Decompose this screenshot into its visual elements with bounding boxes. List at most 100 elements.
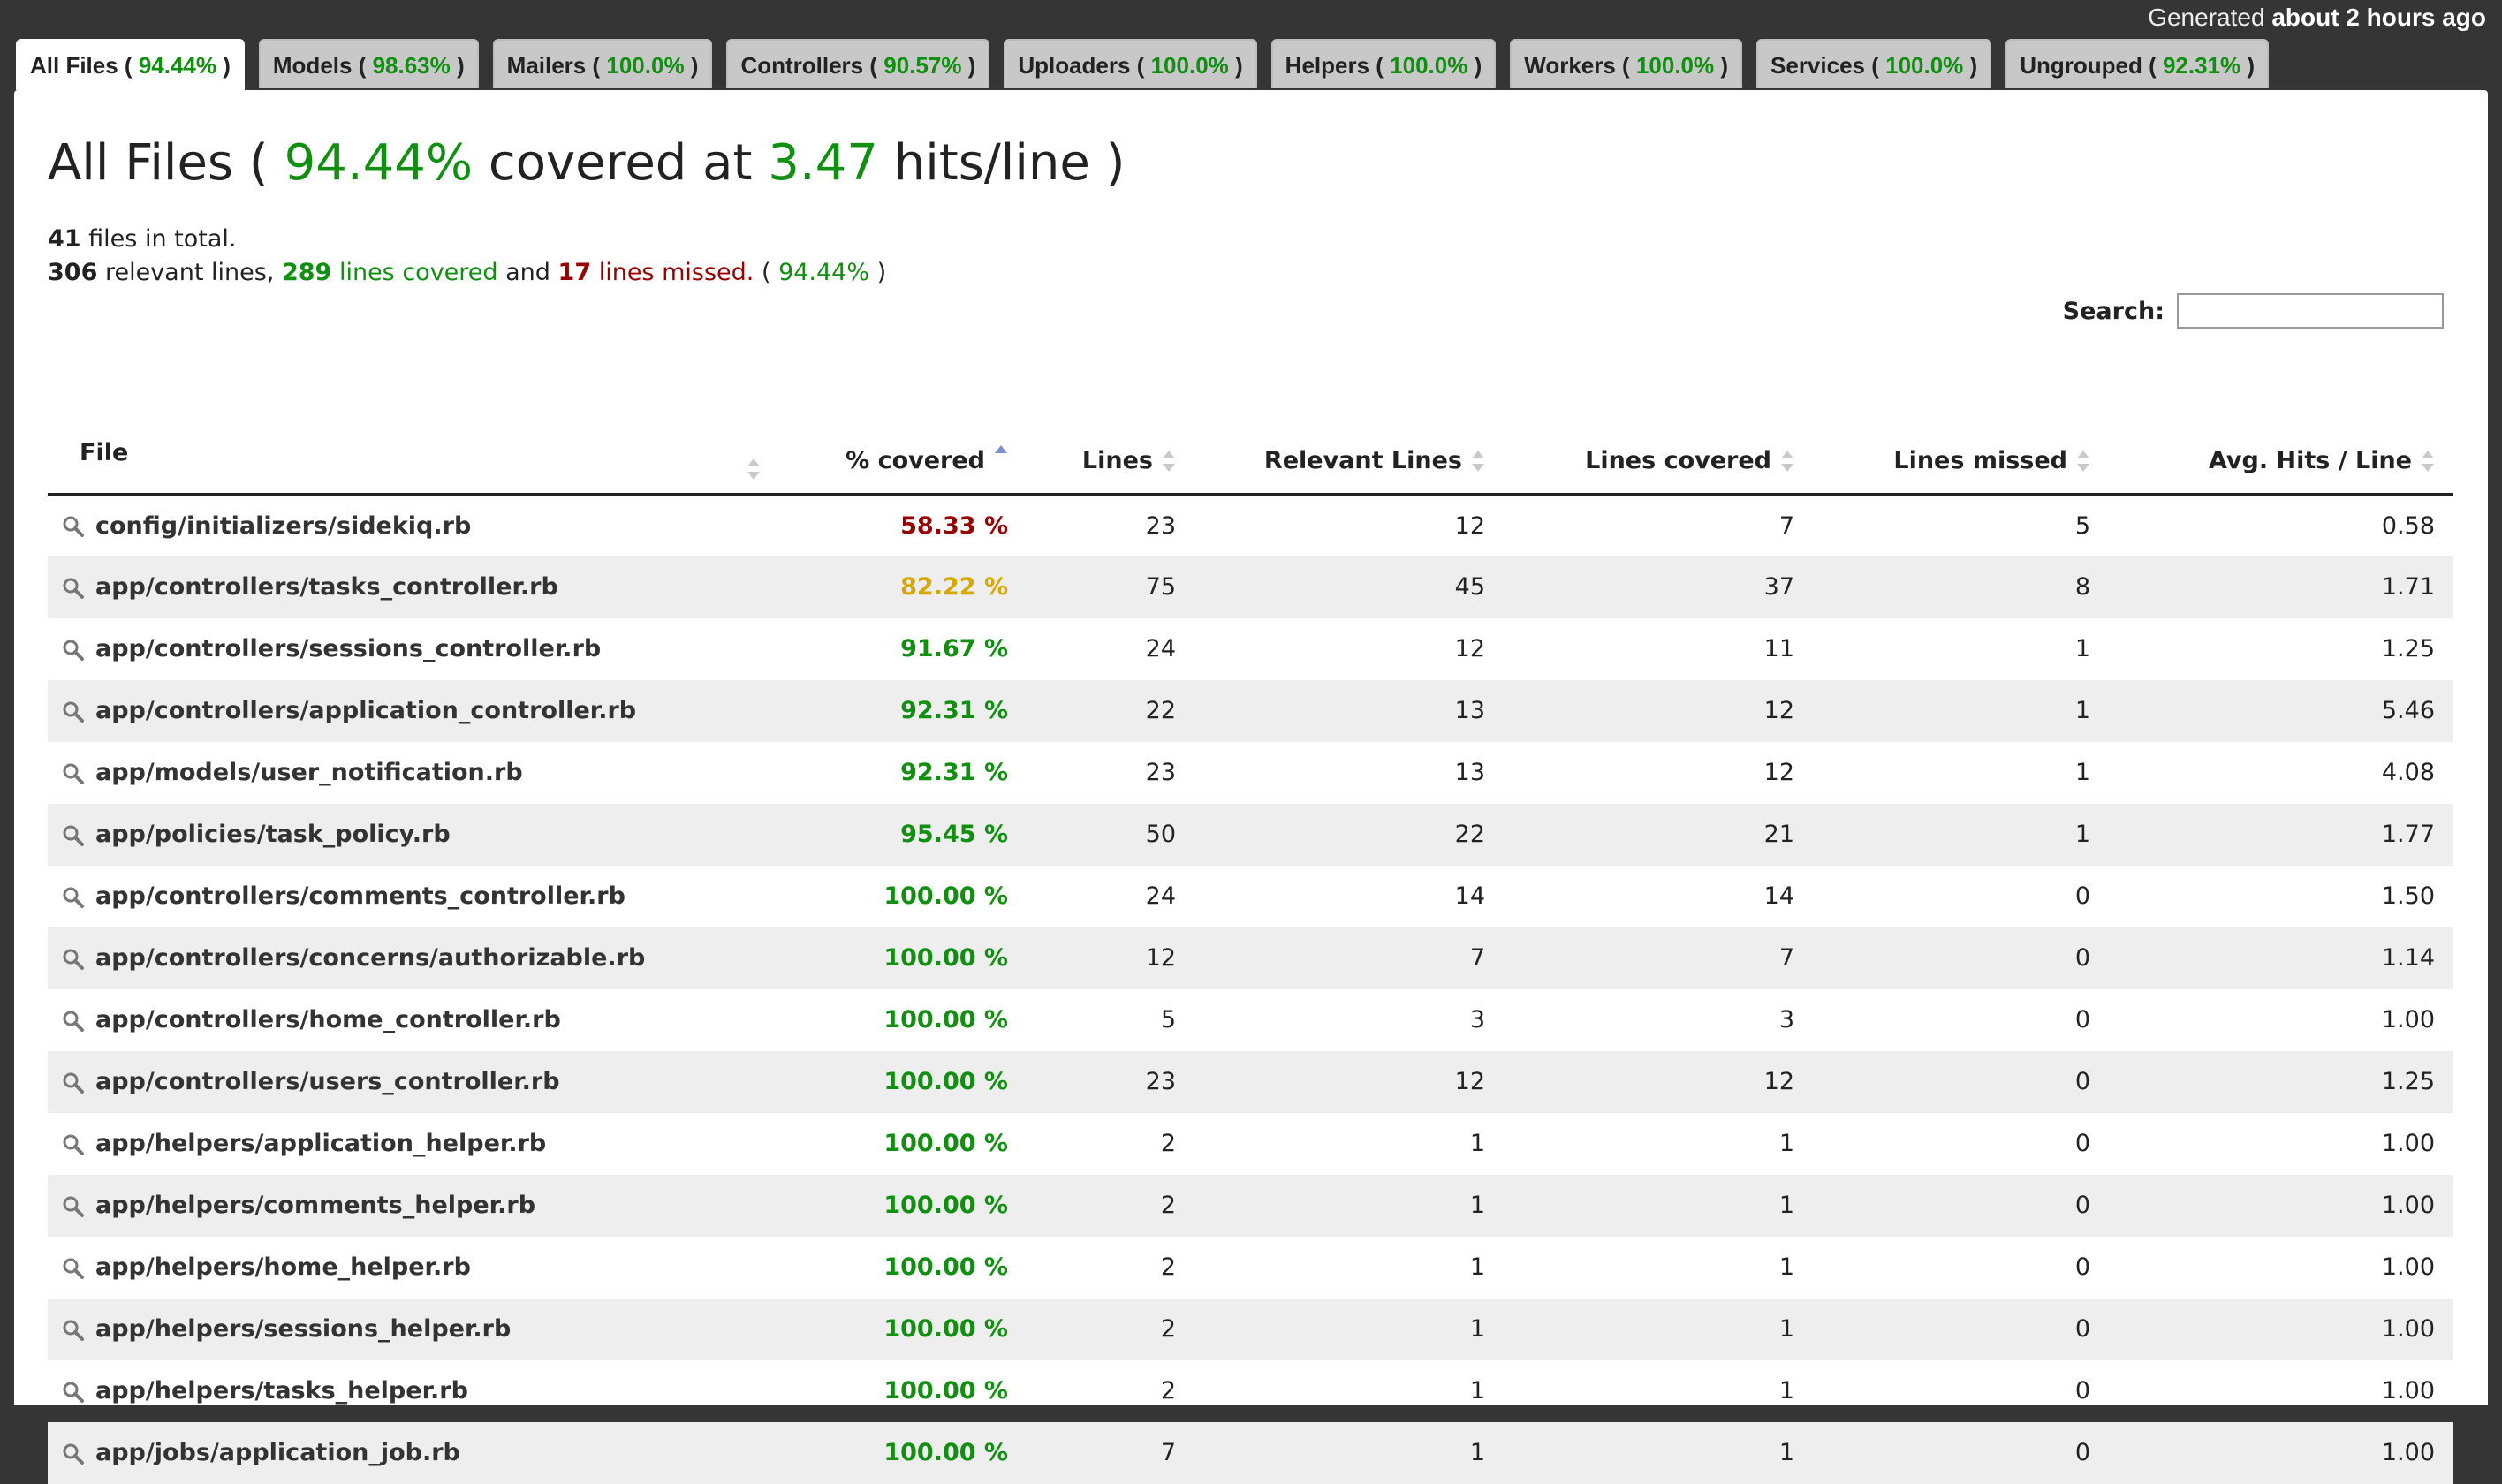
magnifier-icon[interactable]	[62, 1257, 85, 1280]
tab-label: Mailers	[506, 52, 587, 79]
file-link[interactable]: app/helpers/comments_helper.rb	[95, 1192, 535, 1219]
group-tabs: All Files ( 94.44% ) Models ( 98.63% ) Mai…	[16, 39, 2283, 90]
tab-models[interactable]: Models ( 98.63% )	[258, 39, 479, 88]
column-header-avg-hits-per-line[interactable]: Avg. Hits / Line	[2108, 429, 2453, 496]
file-link[interactable]: app/helpers/application_helper.rb	[95, 1130, 546, 1157]
tab-mailers[interactable]: Mailers ( 100.0% )	[492, 39, 713, 88]
lines-covered-cell: 7	[1778, 944, 1794, 972]
magnifier-icon[interactable]	[62, 1071, 85, 1094]
tab-label: Uploaders	[1018, 52, 1131, 79]
magnifier-icon[interactable]	[62, 762, 85, 785]
file-link[interactable]: app/models/user_notification.rb	[95, 759, 523, 786]
file-link[interactable]: app/controllers/application_controller.r…	[95, 697, 636, 724]
file-link[interactable]: app/controllers/users_controller.rb	[95, 1068, 560, 1095]
lines-covered-cell: 37	[1763, 573, 1794, 601]
search-box: Search:	[2063, 293, 2444, 329]
table-row: app/controllers/home_controller.rb 100.00…	[48, 989, 2453, 1051]
file-link[interactable]: app/helpers/sessions_helper.rb	[95, 1315, 511, 1343]
main-content: All Files ( 94.44% covered at 3.47 hits/…	[14, 90, 2488, 1484]
magnifier-icon[interactable]	[62, 824, 85, 847]
tab-helpers[interactable]: Helpers ( 100.0% )	[1270, 39, 1497, 88]
table-row: app/helpers/tasks_helper.rb 100.00 % 2 1 1 0 1…	[48, 1360, 2453, 1422]
magnifier-icon[interactable]	[62, 1381, 85, 1404]
column-header-file[interactable]: File	[48, 429, 778, 496]
lines-missed-cell: 0	[2074, 1192, 2090, 1219]
tab-all-files[interactable]: All Files ( 94.44% )	[16, 39, 245, 90]
file-cell: app/helpers/home_helper.rb	[48, 1237, 778, 1298]
lines-cell: 23	[1145, 511, 1176, 540]
column-header-relevant-lines[interactable]: Relevant Lines	[1194, 429, 1503, 496]
file-link[interactable]: app/controllers/tasks_controller.rb	[95, 573, 558, 601]
file-link[interactable]: app/controllers/home_controller.rb	[95, 1006, 561, 1034]
percent-covered-cell: 58.33 %	[900, 511, 1008, 540]
avg-hits-cell: 1.77	[2381, 821, 2435, 848]
tab-services[interactable]: Services ( 100.0% )	[1756, 39, 1992, 88]
lines-missed-cell: 1	[2074, 697, 2090, 724]
tab-controllers[interactable]: Controllers ( 90.57% )	[726, 39, 990, 88]
lines-covered-cell: 1	[1778, 1192, 1794, 1219]
files-total-label: files in total.	[88, 225, 237, 253]
tab-label: Helpers	[1285, 52, 1370, 79]
magnifier-icon[interactable]	[62, 577, 85, 600]
file-link[interactable]: app/helpers/home_helper.rb	[95, 1253, 471, 1281]
lines-missed-cell: 0	[2074, 1253, 2090, 1281]
table-row: app/helpers/comments_helper.rb 100.00 % 2 1…	[48, 1174, 2453, 1237]
sort-arrows-icon	[1162, 449, 1176, 475]
file-cell: app/controllers/sessions_controller.rb	[48, 618, 778, 680]
column-header-lines-covered[interactable]: Lines covered	[1503, 429, 1812, 496]
column-label: Avg. Hits / Line	[2208, 447, 2412, 475]
file-link[interactable]: app/controllers/sessions_controller.rb	[95, 635, 601, 662]
magnifier-icon[interactable]	[62, 1010, 85, 1033]
relevant-lines-cell: 1	[1469, 1192, 1485, 1219]
relevant-lines-cell: 13	[1454, 697, 1485, 724]
tab-workers[interactable]: Workers ( 100.0% )	[1510, 39, 1743, 88]
lines-cell: 50	[1145, 821, 1176, 848]
file-link[interactable]: app/controllers/concerns/authorizable.rb	[95, 944, 645, 972]
lines-cell: 5	[1160, 1006, 1176, 1034]
column-label: Relevant Lines	[1263, 447, 1462, 475]
magnifier-icon[interactable]	[62, 700, 85, 723]
covered-lines-count: 289	[281, 259, 332, 286]
percent-covered-cell: 100.00 %	[883, 1315, 1008, 1343]
sort-arrows-icon	[1780, 449, 1794, 475]
lines-cell: 2	[1160, 1377, 1176, 1404]
sort-ascending-icon	[994, 444, 1008, 475]
table-header-row: File % covered Lines Relevant Lines Lines co…	[48, 429, 2453, 496]
file-link[interactable]: app/controllers/comments_controller.rb	[95, 882, 626, 910]
column-header-percent-covered[interactable]: % covered	[778, 429, 1026, 496]
tab-uploaders[interactable]: Uploaders ( 100.0% )	[1004, 39, 1257, 88]
magnifier-icon[interactable]	[62, 1195, 85, 1218]
sort-arrows-icon	[2076, 449, 2090, 475]
column-label: Lines covered	[1585, 447, 1771, 475]
column-header-lines-missed[interactable]: Lines missed	[1812, 429, 2108, 496]
magnifier-icon[interactable]	[62, 1133, 85, 1156]
search-input[interactable]	[2177, 293, 2444, 329]
file-link[interactable]: app/policies/task_policy.rb	[95, 821, 451, 848]
lines-cell: 2	[1160, 1192, 1176, 1219]
lines-covered-cell: 1	[1778, 1315, 1794, 1343]
generated-timestamp: Generated about 2 hours ago	[2148, 4, 2486, 32]
magnifier-icon[interactable]	[62, 639, 85, 662]
magnifier-icon[interactable]	[62, 515, 85, 538]
lines-covered-cell: 12	[1763, 697, 1794, 724]
column-header-lines[interactable]: Lines	[1026, 429, 1194, 496]
tab-ungrouped[interactable]: Ungrouped ( 92.31% )	[2005, 39, 2270, 88]
magnifier-icon[interactable]	[62, 948, 85, 971]
file-link[interactable]: app/jobs/application_job.rb	[95, 1439, 460, 1466]
magnifier-icon[interactable]	[62, 886, 85, 909]
lines-missed-cell: 1	[2074, 635, 2090, 662]
percent-covered-cell: 92.31 %	[900, 697, 1008, 724]
magnifier-icon[interactable]	[62, 1319, 85, 1342]
table-row: app/helpers/application_helper.rb 100.00 …	[48, 1113, 2453, 1175]
avg-hits-cell: 1.00	[2381, 1315, 2435, 1343]
magnifier-icon[interactable]	[62, 1442, 85, 1465]
file-link[interactable]: config/initializers/sidekiq.rb	[95, 512, 471, 540]
percent-covered-cell: 100.00 %	[883, 1130, 1008, 1157]
sort-arrows-icon	[2421, 449, 2435, 475]
table-row: app/controllers/application_controller.r…	[48, 679, 2453, 742]
percent-covered-cell: 100.00 %	[883, 1253, 1008, 1281]
generated-prefix: Generated	[2148, 4, 2265, 31]
file-link[interactable]: app/helpers/tasks_helper.rb	[95, 1377, 468, 1404]
avg-hits-cell: 1.14	[2381, 944, 2435, 972]
file-cell: app/controllers/home_controller.rb	[48, 989, 778, 1051]
